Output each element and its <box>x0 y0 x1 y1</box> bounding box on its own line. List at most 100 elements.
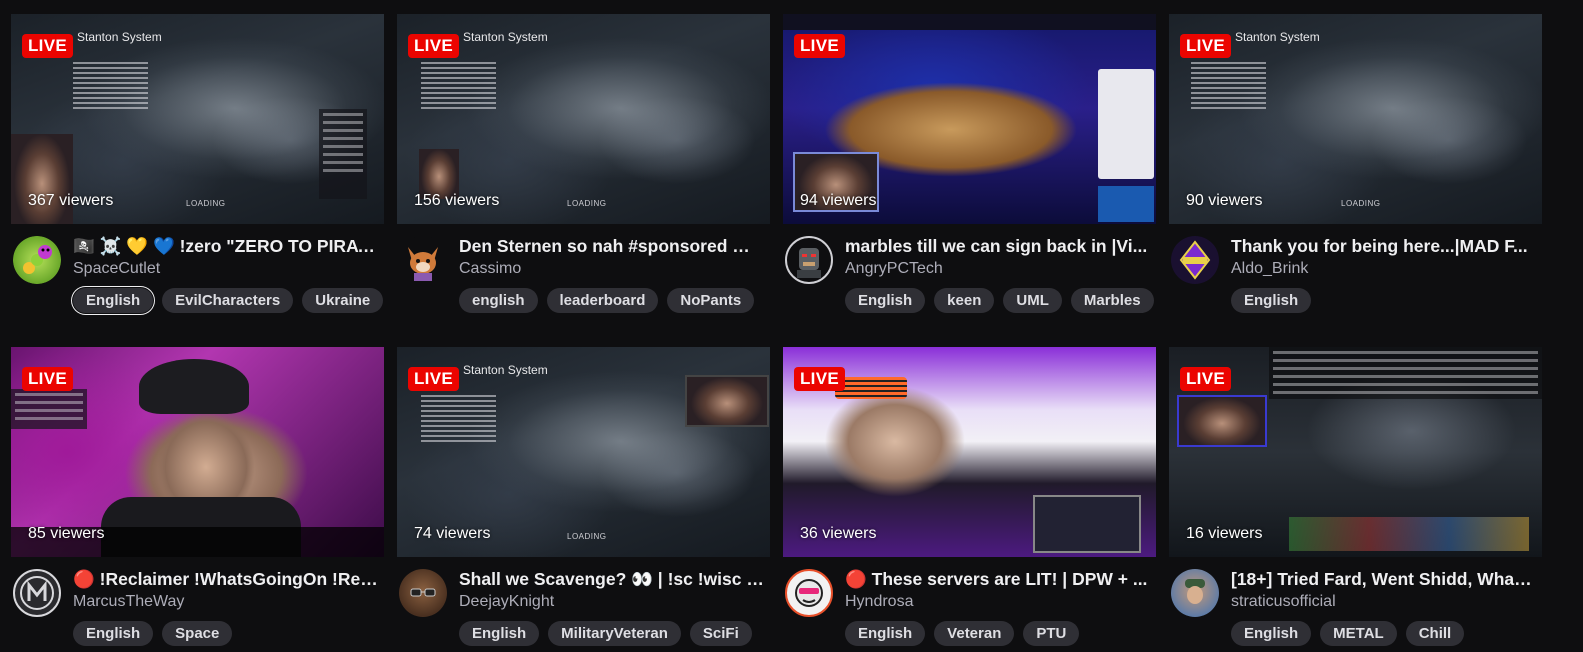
stream-title[interactable]: Thank you for being here...|MAD F... <box>1231 236 1537 257</box>
stream-card[interactable]: Stanton System LOADING LIVE 367 viewers … <box>11 14 384 324</box>
tag[interactable]: English <box>73 288 154 313</box>
tag[interactable]: UML <box>1003 288 1062 313</box>
tag[interactable]: METAL <box>1320 621 1397 646</box>
chat-overlay <box>11 389 87 429</box>
live-badge: LIVE <box>794 34 845 58</box>
tag[interactable]: EvilCharacters <box>162 288 294 313</box>
overlay-text-block <box>421 395 496 442</box>
tag-list: English <box>1231 288 1312 313</box>
stream-title[interactable]: 🔴 !Reclaimer !WhatsGoingOn !Ref ... <box>73 569 379 590</box>
tag[interactable]: leaderboard <box>546 288 659 313</box>
channel-name[interactable]: MarcusTheWay <box>73 593 184 611</box>
face-glasses-icon[interactable] <box>399 569 447 617</box>
tag-list: English METAL Chill <box>1231 621 1465 646</box>
stream-card[interactable]: LIVE 36 viewers 🔴 These servers are LIT!… <box>783 347 1156 652</box>
tag-list: English EvilCharacters Ukraine <box>73 288 384 313</box>
stream-thumbnail[interactable]: Stanton System LOADING LIVE 156 viewers <box>397 14 770 224</box>
tag[interactable]: Marbles <box>1070 288 1154 313</box>
overlay-text-block <box>1191 62 1266 109</box>
tag[interactable]: Chill <box>1405 621 1465 646</box>
stream-thumbnail[interactable]: Stanton System LOADING LIVE 74 viewers <box>397 347 770 557</box>
tag[interactable]: MilitaryVeteran <box>548 621 681 646</box>
tag[interactable]: English <box>459 621 540 646</box>
stream-card[interactable]: Stanton System LOADING LIVE 156 viewers … <box>397 14 770 324</box>
live-badge: LIVE <box>1180 367 1231 391</box>
tag[interactable]: English <box>1231 621 1312 646</box>
webcam-overlay <box>11 134 73 224</box>
stream-title[interactable]: Den Sternen so nah #sponsored ❗H... <box>459 236 765 257</box>
caterpillar-icon[interactable] <box>13 236 61 284</box>
channel-name[interactable]: DeejayKnight <box>459 593 554 611</box>
live-badge: LIVE <box>22 34 73 58</box>
tag[interactable]: NoPants <box>667 288 755 313</box>
sponsor-banner <box>1098 186 1154 222</box>
viewer-count: 156 viewers <box>414 192 500 209</box>
tag[interactable]: English <box>73 621 154 646</box>
loading-label: LOADING <box>567 532 607 541</box>
channel-name[interactable]: SpaceCutlet <box>73 260 160 278</box>
channel-name[interactable]: AngryPCTech <box>845 260 943 278</box>
stream-meta: Shall we Scavenge? 👀 | !sc !wisc !... De… <box>397 557 770 652</box>
tag[interactable]: PTU <box>1023 621 1080 646</box>
tag[interactable]: english <box>459 288 538 313</box>
character-lineup <box>1289 517 1529 551</box>
stream-card[interactable]: Stanton System LOADING LIVE 74 viewers S… <box>397 347 770 652</box>
tag[interactable]: English <box>845 288 926 313</box>
stream-meta: Thank you for being here...|MAD F... Ald… <box>1169 224 1542 324</box>
viewer-count: 74 viewers <box>414 525 491 542</box>
webcam-overlay <box>685 375 769 427</box>
stream-grid: Stanton System LOADING LIVE 367 viewers … <box>0 0 1583 652</box>
stream-title[interactable]: [18+] Tried Fard, Went Shidd, What ... <box>1231 569 1537 590</box>
live-badge: LIVE <box>1180 34 1231 58</box>
stream-thumbnail[interactable]: LIVE 36 viewers <box>783 347 1156 557</box>
stream-thumbnail[interactable]: Stanton System LOADING LIVE 367 viewers <box>11 14 384 224</box>
stream-thumbnail[interactable]: LIVE 94 viewers <box>783 14 1156 224</box>
overlay-text-block <box>73 62 148 109</box>
stream-thumbnail[interactable]: LIVE 16 viewers <box>1169 347 1542 557</box>
tag[interactable]: Ukraine <box>302 288 384 313</box>
channel-name[interactable]: Hyndrosa <box>845 593 913 611</box>
live-badge: LIVE <box>794 367 845 391</box>
viewer-count: 367 viewers <box>28 192 114 209</box>
stream-title[interactable]: 🔴 These servers are LIT! | DPW + ... <box>845 569 1151 590</box>
tag[interactable]: keen <box>934 288 995 313</box>
stream-meta: [18+] Tried Fard, Went Shidd, What ... s… <box>1169 557 1542 652</box>
viewer-count: 94 viewers <box>800 192 877 209</box>
stream-thumbnail[interactable]: LIVE 85 viewers <box>11 347 384 557</box>
overlay-banner <box>783 14 1156 30</box>
fox-icon[interactable] <box>399 236 447 284</box>
emblem-icon[interactable] <box>13 569 61 617</box>
overlay-system-title: Stanton System <box>77 30 162 44</box>
face-photo-icon[interactable] <box>1171 569 1219 617</box>
stream-title[interactable]: marbles till we can sign back in |Vi... <box>845 236 1151 257</box>
stream-meta: marbles till we can sign back in |Vi... … <box>783 224 1156 324</box>
stream-card[interactable]: Stanton System LOADING LIVE 90 viewers T… <box>1169 14 1542 324</box>
tag[interactable]: Veteran <box>934 621 1015 646</box>
stream-title[interactable]: 🏴‍☠️ ☠️ 💛 💙 !zero "ZERO TO PIRATE: ... <box>73 236 379 257</box>
stream-card[interactable]: LIVE 94 viewers marbles till we can sign… <box>783 14 1156 324</box>
tag[interactable]: Space <box>162 621 233 646</box>
tag[interactable]: English <box>1231 288 1312 313</box>
brand-logo-icon[interactable] <box>1171 236 1219 284</box>
monitor-overlay <box>1033 495 1141 553</box>
loading-label: LOADING <box>1341 199 1381 208</box>
live-badge: LIVE <box>408 367 459 391</box>
stream-card[interactable]: LIVE 85 viewers 🔴 !Reclaimer !WhatsGoing… <box>11 347 384 652</box>
chat-overlay <box>319 109 367 199</box>
streamer-cap <box>139 359 249 414</box>
stream-title[interactable]: Shall we Scavenge? 👀 | !sc !wisc !... <box>459 569 765 590</box>
stream-thumbnail[interactable]: Stanton System LOADING LIVE 90 viewers <box>1169 14 1542 224</box>
log-overlay <box>1269 347 1542 399</box>
face-cartoon-icon[interactable] <box>785 569 833 617</box>
stream-meta: Den Sternen so nah #sponsored ❗H... Cass… <box>397 224 770 324</box>
tag[interactable]: English <box>845 621 926 646</box>
channel-name[interactable]: Cassimo <box>459 260 521 278</box>
robot-icon[interactable] <box>785 236 833 284</box>
channel-name[interactable]: Aldo_Brink <box>1231 260 1308 278</box>
chat-widget <box>1098 69 1154 179</box>
tag-list: English MilitaryVeteran SciFi <box>459 621 752 646</box>
overlay-system-title: Stanton System <box>463 30 548 44</box>
tag[interactable]: SciFi <box>689 621 752 646</box>
stream-card[interactable]: LIVE 16 viewers [18+] Tried Fard, Went S… <box>1169 347 1542 652</box>
channel-name[interactable]: straticusofficial <box>1231 593 1336 611</box>
